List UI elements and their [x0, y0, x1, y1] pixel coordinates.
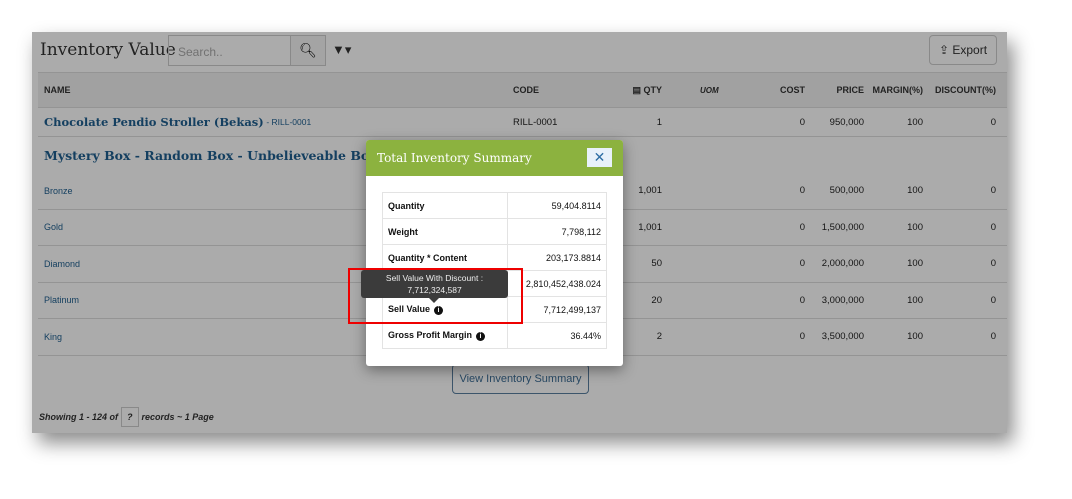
summary-label: Weight — [388, 226, 418, 237]
summary-label: Quantity * Content — [388, 252, 467, 263]
modal-header: Total Inventory Summary ✕ — [366, 140, 623, 176]
summary-row: Weight 7,798,112 — [382, 218, 607, 245]
summary-value: 59,404.8114 — [507, 192, 607, 219]
tooltip-label: Sell Value With Discount : — [385, 273, 484, 283]
sell-value-tooltip: Sell Value With Discount : 7,712,324,587 — [361, 270, 508, 303]
summary-value: 7,798,112 — [507, 218, 607, 245]
summary-label: Quantity — [388, 200, 425, 211]
summary-label: Gross Profit Margin — [388, 330, 473, 341]
summary-row: Quantity 59,404.8114 — [382, 192, 607, 219]
tooltip-value: 7,712,324,587 — [407, 285, 462, 295]
close-button[interactable]: ✕ — [587, 148, 612, 167]
summary-row: Quantity * Content 203,173.8814 — [382, 244, 607, 271]
summary-value: 36.44% — [507, 322, 607, 349]
summary-value: 203,173.8814 — [507, 244, 607, 271]
summary-row: Gross Profit Margin i 36.44% — [382, 322, 607, 349]
close-icon: ✕ — [593, 149, 606, 165]
info-icon[interactable]: i — [476, 331, 486, 341]
modal-title: Total Inventory Summary — [377, 151, 532, 165]
inventory-summary-modal: Total Inventory Summary ✕ Quantity 59,404… — [366, 140, 623, 366]
